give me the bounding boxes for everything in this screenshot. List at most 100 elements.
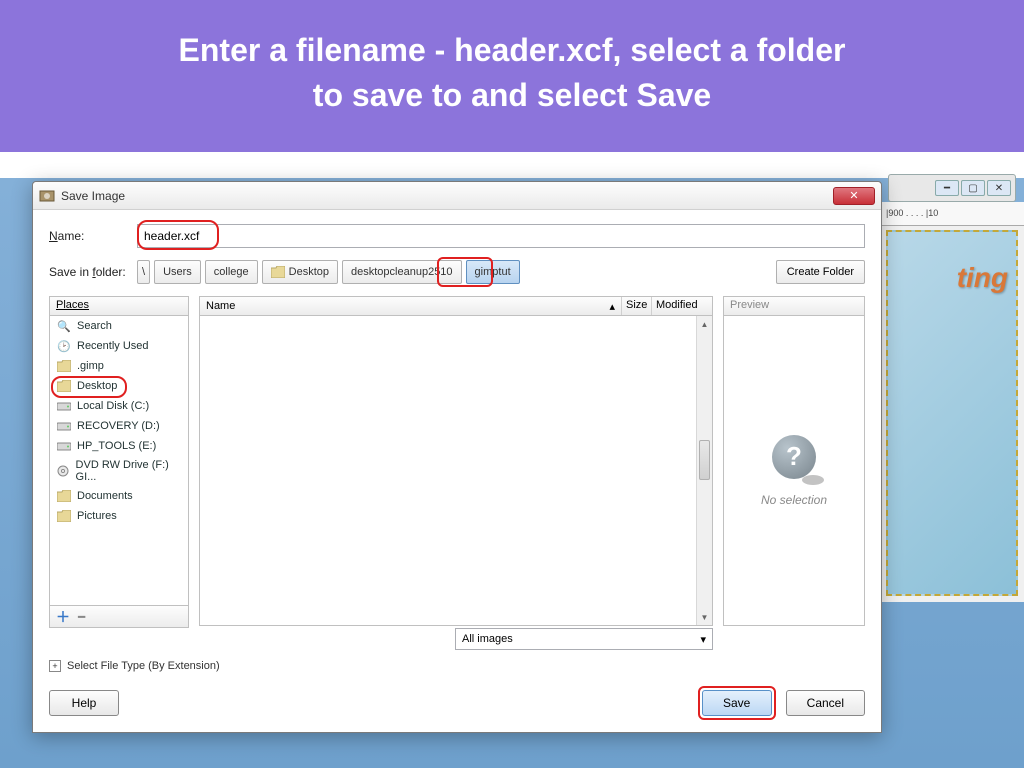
instruction-banner: Enter a filename - header.xcf, select a … (0, 0, 1024, 152)
dialog-titlebar[interactable]: Save Image ✕ (33, 182, 881, 210)
places-header[interactable]: Places (49, 296, 189, 316)
icon-shadow (802, 475, 824, 485)
background-window-controls: ━ ▢ ✕ (888, 174, 1016, 202)
folder-icon (271, 266, 285, 278)
drive-icon (56, 439, 72, 453)
filetype-value: All images (462, 633, 513, 645)
app-icon (39, 188, 55, 204)
filename-input[interactable] (137, 224, 865, 248)
folder-label: Save in folder: (49, 265, 129, 279)
place-label: .gimp (77, 360, 104, 372)
breadcrumb-bar: \ Users college Desktop desktopcleanup25… (137, 260, 520, 284)
save-button[interactable]: Save (702, 690, 772, 716)
place-recovery-d[interactable]: RECOVERY (D:) (50, 416, 188, 436)
folder-icon (56, 509, 72, 523)
save-image-dialog: Save Image ✕ Name: Save in folder: \ Use… (32, 181, 882, 733)
folder-icon (56, 359, 72, 373)
breadcrumb-cleanup[interactable]: desktopcleanup2510 (342, 260, 462, 284)
place-label: Desktop (77, 380, 117, 392)
breadcrumb-label: Desktop (289, 266, 329, 278)
place-label: RECOVERY (D:) (77, 420, 160, 432)
place-dvd-f[interactable]: DVD RW Drive (F:) GI... (50, 456, 188, 486)
place-local-c[interactable]: Local Disk (C:) (50, 396, 188, 416)
places-column: Places 🔍 Search 🕑 Recently Used .gimp Desk… (49, 296, 189, 650)
place-label: Search (77, 320, 112, 332)
place-documents[interactable]: Documents (50, 486, 188, 506)
search-icon: 🔍 (56, 319, 72, 333)
preview-column: Preview ? No selection (723, 296, 865, 650)
recent-icon: 🕑 (56, 339, 72, 353)
filetype-select[interactable]: All images ▾ (455, 628, 713, 650)
column-size[interactable]: Size (622, 297, 652, 315)
breadcrumb-college[interactable]: college (205, 260, 258, 284)
canvas-partial-text: ting (957, 262, 1008, 294)
file-list-column: Name▴ Size Modified ▲ ▼ All (199, 296, 713, 650)
column-name[interactable]: Name ▴ (200, 297, 622, 315)
banner-line1: Enter a filename - header.xcf, select a … (40, 28, 984, 73)
place-recent[interactable]: 🕑 Recently Used (50, 336, 188, 356)
folder-icon (56, 379, 72, 393)
folder-row: Save in folder: \ Users college Desktop … (49, 260, 865, 284)
place-hptools-e[interactable]: HP_TOOLS (E:) (50, 436, 188, 456)
file-browser: Places 🔍 Search 🕑 Recently Used .gimp Desk… (49, 296, 865, 650)
ruler-horizontal: |900 . . . . |10 (880, 202, 1024, 226)
place-gimp[interactable]: .gimp (50, 356, 188, 376)
place-pictures[interactable]: Pictures (50, 506, 188, 526)
filetype-expander-label: Select File Type (By Extension) (67, 660, 220, 672)
place-desktop[interactable]: Desktop (50, 376, 188, 396)
chevron-down-icon: ▾ (700, 633, 706, 646)
close-icon: ✕ (849, 189, 858, 202)
col-label: Name (206, 300, 235, 312)
close-button[interactable]: ✕ (833, 187, 875, 205)
file-list-body[interactable]: ▲ ▼ (199, 316, 713, 626)
canvas-viewport: ting (886, 230, 1018, 596)
scroll-up-icon[interactable]: ▲ (697, 316, 712, 332)
cancel-button[interactable]: Cancel (786, 690, 865, 716)
scroll-down-icon[interactable]: ▼ (697, 609, 712, 625)
breadcrumb-users[interactable]: Users (154, 260, 201, 284)
breadcrumb-gimptut[interactable]: gimptut (466, 260, 520, 284)
sort-indicator-icon: ▴ (609, 300, 615, 313)
question-icon: ? (772, 435, 816, 479)
breadcrumb-root[interactable]: \ (137, 260, 150, 284)
scroll-thumb[interactable] (699, 440, 710, 480)
drive-icon (56, 399, 72, 413)
help-button[interactable]: Help (49, 690, 119, 716)
place-search[interactable]: 🔍 Search (50, 316, 188, 336)
folder-icon (56, 489, 72, 503)
breadcrumb-desktop[interactable]: Desktop (262, 260, 338, 284)
gimp-canvas-background: |900 . . . . |10 ting (879, 202, 1024, 602)
bg-maximize-icon[interactable]: ▢ (961, 180, 985, 196)
dialog-body: Name: Save in folder: \ Users college De… (33, 210, 881, 732)
filetype-expander-row[interactable]: + Select File Type (By Extension) (49, 660, 865, 672)
column-modified[interactable]: Modified (652, 297, 712, 315)
optical-drive-icon (56, 464, 71, 478)
create-folder-button[interactable]: Create Folder (776, 260, 865, 284)
place-label: Recently Used (77, 340, 149, 352)
banner-line2: to save to and select Save (40, 73, 984, 118)
place-label: DVD RW Drive (F:) GI... (76, 459, 182, 483)
place-label: Documents (77, 490, 133, 502)
place-label: Pictures (77, 510, 117, 522)
filename-row: Name: (49, 224, 865, 248)
bg-close-icon[interactable]: ✕ (987, 180, 1011, 196)
highlight-save: Save (698, 686, 776, 720)
filetype-row: All images ▾ (199, 628, 713, 650)
remove-bookmark-button[interactable]: ━ (78, 610, 85, 624)
vertical-scrollbar[interactable]: ▲ ▼ (696, 316, 712, 625)
name-label: Name: (49, 229, 129, 243)
expander-icon[interactable]: + (49, 660, 61, 672)
add-bookmark-button[interactable]: ＋ (56, 607, 70, 627)
preview-header: Preview (723, 296, 865, 316)
places-toolbar: ＋ ━ (49, 606, 189, 628)
button-row: Help Save Cancel (49, 686, 865, 720)
bg-minimize-icon[interactable]: ━ (935, 180, 959, 196)
preview-body: ? No selection (723, 316, 865, 626)
place-label: Local Disk (C:) (77, 400, 149, 412)
places-list: 🔍 Search 🕑 Recently Used .gimp Desktop Loc… (49, 316, 189, 606)
drive-icon (56, 419, 72, 433)
dialog-title: Save Image (61, 189, 833, 203)
no-selection-text: No selection (761, 493, 827, 507)
file-list-header: Name ▴ Size Modified (199, 296, 713, 316)
place-label: HP_TOOLS (E:) (77, 440, 156, 452)
